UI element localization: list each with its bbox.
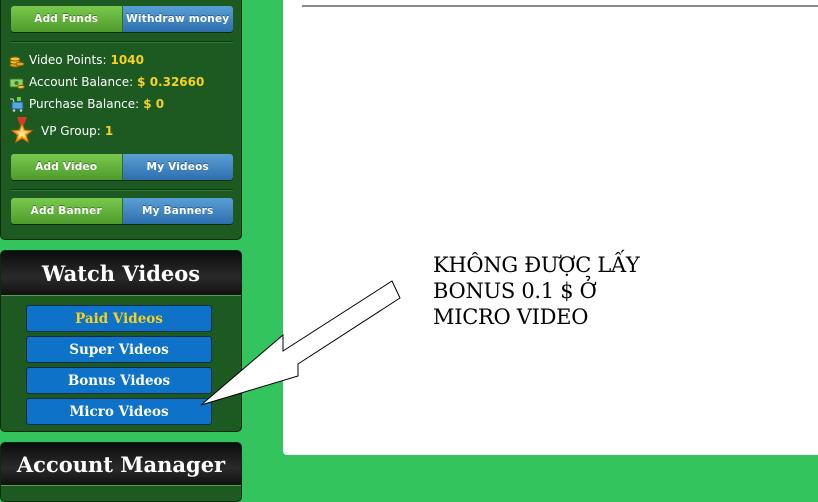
account-manager-heading[interactable]: Account Manager: [1, 443, 241, 486]
star-badge-icon: [9, 117, 35, 145]
cart-icon: [9, 96, 25, 112]
my-videos-button[interactable]: My Videos: [122, 154, 233, 180]
video-points-label: Video Points:: [29, 53, 107, 67]
micro-videos-link[interactable]: Micro Videos: [26, 398, 212, 425]
funds-button-row: Add Funds Withdraw money: [11, 6, 233, 32]
money-icon: [9, 74, 25, 90]
video-button-row: Add Video My Videos: [11, 154, 233, 180]
account-panel: Add Funds Withdraw money Video Points: 1…: [0, 0, 242, 240]
add-banner-button[interactable]: Add Banner: [11, 198, 123, 224]
account-balance-label: Account Balance:: [29, 75, 134, 89]
vp-group-stat: VP Group: 1: [9, 117, 113, 145]
main-content-area: [283, 0, 818, 455]
add-video-button[interactable]: Add Video: [11, 154, 123, 180]
divider: [11, 189, 233, 191]
video-points-stat: Video Points: 1040: [9, 51, 144, 69]
top-divider: [302, 5, 818, 7]
divider: [11, 41, 233, 43]
account-balance-stat: Account Balance: $ 0.32660: [9, 73, 204, 91]
bonus-videos-link[interactable]: Bonus Videos: [26, 367, 212, 394]
purchase-balance-value: $ 0: [143, 97, 165, 111]
purchase-balance-stat: Purchase Balance: $ 0: [9, 95, 164, 113]
annotation-note: KHÔNG ĐƯỢC LẤY BONUS 0.1 $ Ở MICRO VIDEO: [433, 253, 640, 329]
add-funds-button[interactable]: Add Funds: [11, 6, 123, 32]
banner-button-row: Add Banner My Banners: [11, 198, 233, 224]
paid-videos-link[interactable]: Paid Videos: [26, 305, 212, 332]
super-videos-link[interactable]: Super Videos: [26, 336, 212, 363]
video-points-value: 1040: [110, 53, 144, 67]
watch-videos-panel: Watch Videos Paid Videos Super Videos Bo…: [0, 250, 242, 432]
account-manager-panel: Account Manager: [0, 442, 242, 502]
vp-group-label: VP Group:: [41, 124, 101, 138]
account-balance-value: $ 0.32660: [137, 75, 205, 89]
coins-icon: [9, 52, 25, 68]
vp-group-value: 1: [104, 124, 114, 138]
withdraw-money-button[interactable]: Withdraw money: [122, 6, 233, 32]
purchase-balance-label: Purchase Balance:: [29, 97, 140, 111]
my-banners-button[interactable]: My Banners: [122, 198, 233, 224]
watch-videos-heading: Watch Videos: [1, 251, 241, 296]
